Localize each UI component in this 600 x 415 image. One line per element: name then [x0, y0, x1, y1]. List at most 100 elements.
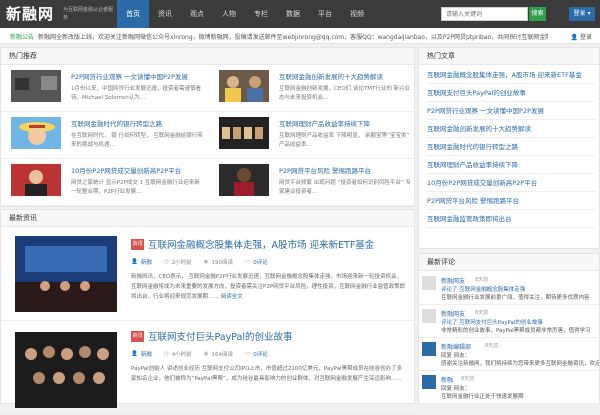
featured-card-desc: 网贷之家统计 显示P2P成交 1 互联网金融行业迎来新一轮整合期，P2P行业发展…: [71, 180, 200, 195]
login-link-label: 登录: [579, 34, 592, 41]
hot-article-link[interactable]: 互联网金融创新发展的十大趋势解读: [427, 120, 595, 138]
featured-thumbnail[interactable]: [219, 117, 269, 149]
article-item: 资讯 互联网支付巨头PayPal的创业故事 👤 新融 ◷ 4小时前 ◉ 164阅读 ▭…: [1, 322, 416, 415]
featured-card-title[interactable]: 互联网金融创新发展的十大趋势解读: [279, 71, 411, 81]
avatar[interactable]: [422, 276, 436, 290]
featured-panel: 热门推荐 P2P网贷行业观察 一文读懂中国P2P发展 1月份以来，中国网贷行业发…: [0, 47, 416, 207]
user-menu-button[interactable]: 登录 ▾: [569, 7, 595, 21]
hot-article-link[interactable]: P2P网贷行业观察 一文读懂中国P2P发展: [427, 102, 595, 120]
comment-author[interactable]: 新融网友: [441, 276, 465, 285]
nav-item-platform[interactable]: 平台: [309, 0, 341, 28]
comment-text: 非常精彩的创业故事，PayPal黑帮成员都非常厉害，值得学习: [441, 328, 591, 334]
hot-article-link[interactable]: P2P网贷平台风险 警惕跑路平台: [427, 192, 595, 210]
article-author[interactable]: 新融: [141, 350, 152, 358]
article-excerpt: PayPal创始人 讲述创业经历 互联网支付公司IPO上市，市值超过2100亿美…: [131, 364, 407, 394]
nav-item-opinion[interactable]: 观点: [181, 0, 213, 28]
article-excerpt-text: PayPal创始人 讲述创业经历 互联网支付公司IPO上市，市值超过2100亿美…: [131, 366, 403, 382]
comment-author[interactable]: 新融网友: [441, 309, 465, 318]
featured-thumbnail[interactable]: [11, 164, 61, 196]
announcement-bar: 新融公告 新融网全新改版上线，欢迎关注新融网微信公众号xinrong，微博新融网…: [0, 28, 600, 44]
article-comments[interactable]: 0评论: [253, 258, 268, 266]
comment-item: 新融 8天前 回复 网友： 互联网金融行业正处于快速发展期: [419, 371, 600, 404]
nav-item-people[interactable]: 人物: [213, 0, 245, 28]
featured-card[interactable]: 互联网理财产品收益率持续下降 互联网理财产品收益率 下降明显， 余额宝等“宝宝类…: [209, 113, 416, 159]
article-time: 4小时前: [171, 352, 192, 358]
featured-card-title[interactable]: 10月份P2P网贷成交量创新高P2P平台: [71, 165, 203, 175]
featured-card[interactable]: 互联网金融创新发展的十大趋势解读 互联网金融创新发展，CEO们 谈论TMT行业的…: [209, 66, 416, 112]
article-title[interactable]: 互联网支付巨头PayPal的创业故事: [148, 329, 293, 343]
featured-card-title[interactable]: 互联网理财产品收益率持续下降: [279, 118, 411, 128]
comment-author[interactable]: 新融: [441, 375, 453, 384]
hot-article-link[interactable]: 互联网理财产品收益率持续下降: [427, 156, 595, 174]
comment-time: 8天前: [461, 376, 475, 382]
nav-item-news[interactable]: 资讯: [149, 0, 181, 28]
featured-thumbnail[interactable]: [219, 70, 269, 102]
comment-target[interactable]: 评论了 互联网支付巨头PayPal的创业故事: [441, 318, 543, 326]
featured-card[interactable]: 互联网金融时代的银行转型之路 在互联网时代， 银 行如何转型， 互联网金融给银行…: [1, 113, 208, 159]
comment-target[interactable]: 评论了 互联网金融概念股集体走强: [441, 285, 525, 293]
category-badge[interactable]: 资讯: [131, 331, 144, 342]
latest-heading: 最新资讯: [1, 210, 414, 227]
comments-panel: 最新评论 新融网友 8天前 评论了 互联网金融概念股集体走强 互联网金融行业发展…: [418, 253, 600, 404]
featured-card-title[interactable]: P2P网贷行业观察 一文读懂中国P2P发展: [71, 71, 203, 81]
article-excerpt: 新融网讯，CEO表示， 互联网金融P2P行业发展迅速，互联网金融概念股集体走强，…: [131, 272, 407, 302]
comment-target: 回复 网友：: [441, 353, 471, 359]
nav-item-video[interactable]: 视频: [341, 0, 373, 28]
article-meta: 👤 新融 ◷ 4小时前 ◉ 164阅读 ▭ 0评论: [131, 350, 268, 358]
clock-icon: ◷: [163, 351, 169, 357]
announcement-text[interactable]: 新融网全新改版上线，欢迎关注新融网微信公众号xinrong，微博新融网，投稿请发…: [38, 32, 548, 41]
author-icon: 👤: [131, 259, 138, 265]
site-logo[interactable]: 新融网: [6, 3, 54, 24]
hot-article-link[interactable]: 互联网支付巨头PayPal的创业故事: [427, 84, 595, 102]
user-icon: 👤: [570, 34, 579, 41]
comment-target: 回复 网友：: [441, 386, 471, 392]
nav-item-data[interactable]: 数据: [277, 0, 309, 28]
featured-card-desc: 网贷平台频繁 出现问题 “投资者如何识别风险平台” 专家建议投资者…: [279, 180, 411, 195]
featured-card[interactable]: P2P网贷平台风险 警惕跑路平台 网贷平台频繁 出现问题 “投资者如何识别风险平…: [209, 160, 416, 206]
nav-item-column[interactable]: 专栏: [245, 0, 277, 28]
avatar[interactable]: [422, 309, 436, 323]
comment-text: 互联网金融行业发展前景广阔，值得关注，期待更多优质内容: [441, 295, 590, 301]
search-button[interactable]: 搜索: [529, 7, 546, 21]
featured-heading: 热门推荐: [1, 48, 414, 65]
search-input[interactable]: [441, 7, 528, 21]
article-thumbnail[interactable]: [15, 236, 117, 312]
article-comments[interactable]: 0评论: [253, 350, 268, 358]
hot-articles-heading: 热门文章: [419, 48, 599, 65]
featured-card[interactable]: P2P网贷行业观察 一文读懂中国P2P发展 1月份以来，中国网贷行业发展迅速，投…: [1, 66, 208, 112]
login-link[interactable]: 👤 登录: [571, 32, 592, 41]
article-time: 2小时前: [171, 260, 192, 266]
category-badge[interactable]: 资讯: [131, 239, 144, 250]
nav-item-home[interactable]: 首页: [117, 0, 149, 28]
comment-time: 8天前: [485, 343, 499, 349]
hot-article-link[interactable]: 互联网金融监管政策即将出台: [427, 210, 595, 228]
hot-article-link[interactable]: 互联网金融概念股集体走强，A股市场 迎来新ETF基金: [427, 66, 595, 84]
article-author[interactable]: 新融: [141, 258, 152, 266]
article-excerpt-text: 新融网讯，CEO表示， 互联网金融P2P行业发展迅速，互联网金融概念股集体走强，…: [131, 274, 406, 300]
article-thumbnail[interactable]: [15, 332, 117, 408]
featured-card-desc: 互联网理财产品收益率 下降明显， 余额宝等“宝宝类” 产品收益率…: [279, 133, 410, 148]
featured-thumbnail[interactable]: [11, 117, 61, 149]
comment-author[interactable]: 新融编辑部: [441, 342, 471, 351]
avatar[interactable]: [422, 375, 436, 389]
hot-article-link[interactable]: 互联网金融时代的银行转型之路: [427, 138, 595, 156]
comment-text: 感谢关注新融网，我们将持续为您带来更多互联网金融资讯，欢迎订阅: [441, 361, 599, 367]
featured-card[interactable]: 10月份P2P网贷成交量创新高P2P平台 网贷之家统计 显示P2P成交 1 互联…: [1, 160, 208, 206]
featured-card-title[interactable]: 互联网金融时代的银行转型之路: [71, 118, 203, 128]
avatar[interactable]: [422, 342, 436, 356]
hot-article-link[interactable]: 10月份P2P网贷成交量创新高P2P平台: [427, 174, 595, 192]
comment-item: 新融网友 8天前 评论了 互联网支付巨头PayPal的创业故事 非常精彩的创业故…: [419, 305, 600, 338]
hot-articles-panel: 热门文章 互联网金融概念股集体走强，A股市场 迎来新ETF基金 互联网支付巨头P…: [418, 47, 600, 249]
announcement-label: 新融公告: [10, 34, 35, 41]
eye-icon: ◉: [203, 259, 209, 265]
featured-thumbnail[interactable]: [11, 70, 61, 102]
featured-card-title[interactable]: P2P网贷平台风险 警惕跑路平台: [279, 165, 411, 175]
read-more-link[interactable]: 阅读全文: [221, 294, 243, 300]
top-navbar: 新融网 为互联网金融从业者服务 首页 资讯 观点 人物 专栏 数据 平台 视频 …: [0, 0, 600, 28]
featured-thumbnail[interactable]: [219, 164, 269, 196]
article-views: 190阅读: [211, 260, 234, 266]
eye-icon: ◉: [203, 351, 209, 357]
author-icon: 👤: [131, 351, 138, 357]
article-title[interactable]: 互联网金融概念股集体走强，A股市场 迎来新ETF基金: [148, 237, 374, 251]
clock-icon: ◷: [163, 259, 169, 265]
